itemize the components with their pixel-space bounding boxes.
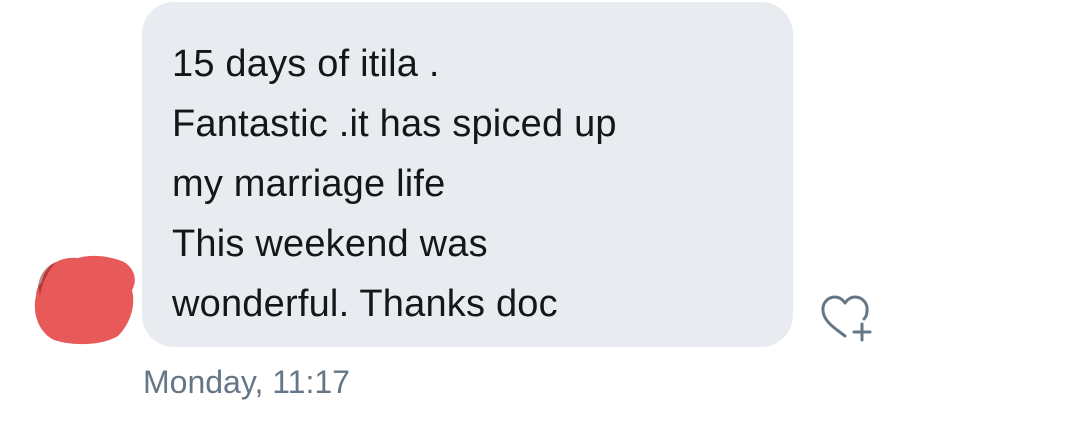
- message-line: This weekend was: [172, 223, 488, 265]
- message-line: my marriage life: [172, 163, 446, 205]
- message-line: 15 days of itila .: [172, 43, 440, 85]
- like-message-button[interactable]: [818, 292, 878, 344]
- heart-plus-icon: [821, 295, 872, 342]
- sender-avatar-redacted[interactable]: [32, 252, 138, 346]
- message-line: wonderful. Thanks doc: [172, 283, 558, 325]
- message-text: 15 days of itila . Fantastic .it has spi…: [172, 34, 772, 334]
- message-line: Fantastic .it has spiced up: [172, 103, 617, 145]
- redaction-scribble: [34, 255, 135, 345]
- message-timestamp: Monday, 11:17: [143, 364, 350, 400]
